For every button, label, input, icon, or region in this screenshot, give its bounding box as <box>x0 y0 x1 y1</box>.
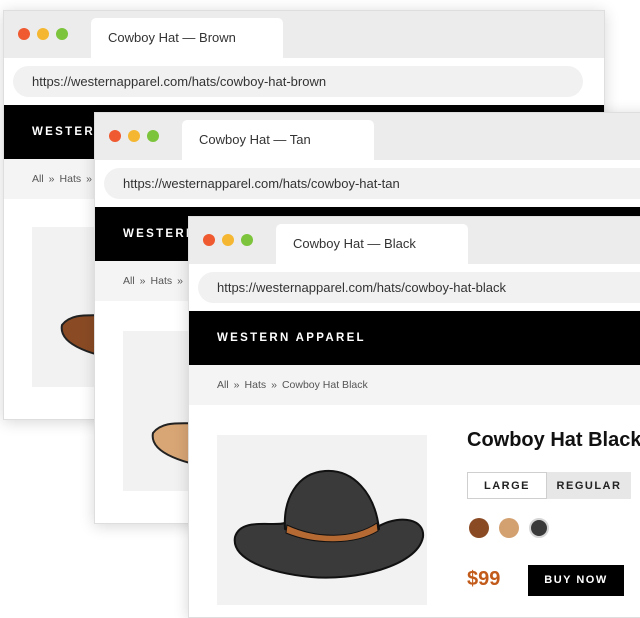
browser-tab[interactable]: Cowboy Hat — Black <box>276 224 468 264</box>
breadcrumb-separator: » <box>86 173 92 185</box>
breadcrumb: All » Hats » <box>32 159 97 199</box>
breadcrumb-all[interactable]: All <box>217 379 229 391</box>
url-field[interactable]: https://westernapparel.com/hats/cowboy-h… <box>13 66 583 97</box>
maximize-dot-icon[interactable] <box>147 130 159 142</box>
minimize-dot-icon[interactable] <box>222 234 234 246</box>
cowboy-hat-icon <box>233 469 425 579</box>
product-content: Cowboy Hat Black LARGE REGULAR $99 BUY N… <box>189 405 640 617</box>
breadcrumb-bar: All » Hats » Cowboy Hat Black <box>189 365 640 405</box>
breadcrumb-hats[interactable]: Hats <box>151 275 173 287</box>
breadcrumb-separator: » <box>48 173 55 185</box>
minimize-dot-icon[interactable] <box>128 130 140 142</box>
breadcrumb-separator: » <box>271 379 277 391</box>
product-image[interactable] <box>217 435 427 605</box>
breadcrumb-current: Cowboy Hat Black <box>281 379 368 391</box>
product-title: Cowboy Hat Black <box>467 429 640 451</box>
hat-crown <box>283 469 381 539</box>
breadcrumb-all[interactable]: All <box>123 275 135 287</box>
color-swatch-black[interactable] <box>529 518 549 538</box>
breadcrumb-separator: » <box>139 275 146 287</box>
maximize-dot-icon[interactable] <box>241 234 253 246</box>
window-controls <box>109 130 159 142</box>
window-controls <box>203 234 253 246</box>
window-controls <box>18 28 68 40</box>
breadcrumb-separator: » <box>177 275 183 287</box>
breadcrumb-hats[interactable]: Hats <box>245 379 267 391</box>
close-dot-icon[interactable] <box>18 28 30 40</box>
breadcrumb-hats[interactable]: Hats <box>60 173 82 185</box>
brand-logo[interactable]: WESTERN <box>123 207 197 261</box>
breadcrumb: All » Hats » Cowboy Hat Black <box>217 365 368 405</box>
minimize-dot-icon[interactable] <box>37 28 49 40</box>
url-field[interactable]: https://westernapparel.com/hats/cowboy-h… <box>104 168 640 199</box>
close-dot-icon[interactable] <box>109 130 121 142</box>
breadcrumb-separator: » <box>233 379 240 391</box>
size-large-button[interactable]: LARGE <box>467 472 547 499</box>
browser-tab[interactable]: Cowboy Hat — Brown <box>91 18 283 58</box>
color-swatch-brown[interactable] <box>469 518 489 538</box>
site-header: WESTERN APPAREL <box>189 311 640 365</box>
title-bar: Cowboy Hat — Brown <box>4 11 604 58</box>
product-price: $99 <box>467 568 501 590</box>
size-regular-button[interactable]: REGULAR <box>547 472 631 499</box>
close-dot-icon[interactable] <box>203 234 215 246</box>
title-bar: Cowboy Hat — Black <box>189 217 640 264</box>
browser-window-black[interactable]: Cowboy Hat — Black https://westernappare… <box>188 216 640 618</box>
buy-now-button[interactable]: BUY NOW <box>528 565 624 596</box>
brand-logo[interactable]: WESTERN APPAREL <box>217 311 366 365</box>
address-bar: https://westernapparel.com/hats/cowboy-h… <box>189 264 640 311</box>
url-field[interactable]: https://westernapparel.com/hats/cowboy-h… <box>198 272 640 303</box>
address-bar: https://westernapparel.com/hats/cowboy-h… <box>95 160 640 207</box>
maximize-dot-icon[interactable] <box>56 28 68 40</box>
title-bar: Cowboy Hat — Tan <box>95 113 640 160</box>
browser-tab[interactable]: Cowboy Hat — Tan <box>182 120 374 160</box>
breadcrumb-all[interactable]: All <box>32 173 44 185</box>
breadcrumb: All » Hats » <box>123 261 188 301</box>
address-bar: https://westernapparel.com/hats/cowboy-h… <box>4 58 604 105</box>
color-swatch-tan[interactable] <box>499 518 519 538</box>
